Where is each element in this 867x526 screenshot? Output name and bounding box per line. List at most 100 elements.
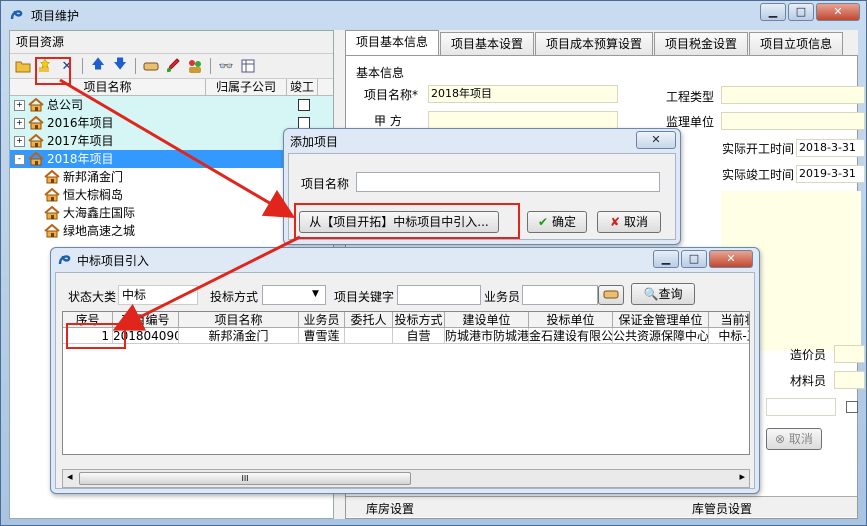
hand-icon	[603, 290, 619, 299]
binoculars-icon[interactable]: 👓	[217, 57, 235, 75]
expander-icon[interactable]: +	[14, 99, 25, 111]
tree-item-label: 恒大棕榈岛	[63, 188, 124, 202]
project-name-field[interactable]: 2018年项目	[428, 85, 618, 103]
tab-cost-budget[interactable]: 项目成本预算设置	[535, 32, 654, 55]
bid-grid: 序号项目编号项目名称业务员委托人投标方式建设单位投标单位保证金管理单位当前状 1…	[62, 311, 750, 455]
side-cancel-button[interactable]: ⊗ 取消	[766, 428, 822, 450]
actual-start-label: 实际开工时间	[722, 142, 795, 156]
party-a-label: 甲 方	[374, 114, 402, 128]
actual-end-field[interactable]: 2019-3-31	[796, 165, 865, 183]
app-icon	[10, 10, 23, 20]
scroll-right-icon[interactable]: ▸	[739, 470, 745, 483]
maximize-button[interactable]: □	[681, 250, 707, 268]
expander-icon[interactable]: -	[14, 153, 25, 165]
tab-approval-info[interactable]: 项目立项信息	[749, 32, 844, 55]
status-select[interactable]: 中标	[118, 285, 198, 305]
title-bar: 项目维护 ▁ □ ✕	[1, 1, 866, 29]
table-row[interactable]: 12018040901新邦涌金门曹雪莲自营防城港市防城港金石建设有限公公共资源保…	[63, 328, 749, 344]
expander-icon[interactable]: +	[14, 135, 25, 147]
edit-pencil-icon[interactable]	[164, 57, 182, 75]
ok-button[interactable]: ✔ 确定	[527, 211, 587, 233]
scroll-left-icon[interactable]: ◂	[67, 470, 73, 483]
search-icon: 🔍	[643, 287, 659, 301]
cost-staff-field[interactable]	[834, 345, 865, 363]
table-cell: 中标-正	[709, 328, 749, 344]
scroll-thumb[interactable]: III	[79, 472, 411, 485]
app-icon	[58, 255, 71, 265]
annotation-box-row	[66, 323, 126, 349]
house-icon	[28, 134, 44, 148]
material-staff-field[interactable]	[834, 371, 865, 389]
warehouse-keeper-setting[interactable]: 库管员设置	[692, 500, 752, 517]
annotation-box-add-icon	[35, 57, 71, 85]
users-icon[interactable]	[186, 57, 204, 75]
table-cell: 公共资源保障中心	[613, 328, 709, 344]
column-header[interactable]: 归属子公司	[206, 79, 287, 95]
project-name-input[interactable]	[356, 172, 660, 192]
table-cell	[345, 328, 393, 344]
grid-column-header[interactable]: 委托人	[345, 312, 393, 328]
tree-item[interactable]: + 总公司	[10, 96, 333, 114]
material-staff-label: 材料员	[790, 374, 827, 388]
grid-header: 序号项目编号项目名称业务员委托人投标方式建设单位投标单位保证金管理单位当前状	[63, 312, 749, 328]
house-icon	[44, 224, 60, 238]
tab-tax-settings[interactable]: 项目税金设置	[654, 32, 749, 55]
group-label: 基本信息	[356, 66, 405, 80]
extra-field[interactable]	[766, 398, 836, 416]
house-icon	[28, 98, 44, 112]
supervisor-field[interactable]	[721, 112, 865, 130]
maximize-button[interactable]: □	[788, 3, 814, 21]
house-icon	[28, 116, 44, 130]
cancel-button[interactable]: ✘ 取消	[597, 211, 661, 233]
cost-staff-label: 造价员	[790, 348, 827, 362]
house-icon	[44, 188, 60, 202]
warehouse-setting[interactable]: 库房设置	[366, 500, 414, 517]
completed-checkbox[interactable]	[298, 99, 310, 111]
horizontal-scrollbar[interactable]: ◂ III ▸	[62, 469, 750, 488]
house-icon	[44, 206, 60, 220]
settings-bar: 库房设置 库管员设置	[346, 496, 857, 517]
grid-column-header[interactable]: 建设单位	[445, 312, 529, 328]
dialog-title: 中标项目引入	[77, 254, 150, 268]
arrow-up-icon[interactable]: 🡅	[89, 57, 107, 75]
tree-item-label: 总公司	[47, 98, 84, 112]
chevron-down-icon[interactable]: ▼	[312, 289, 319, 299]
arrow-down-icon[interactable]: 🡇	[111, 57, 129, 75]
grid-column-header[interactable]: 项目名称	[179, 312, 299, 328]
annotation-box-import-button	[294, 203, 520, 239]
open-folder-icon[interactable]	[14, 57, 32, 75]
grid-column-header[interactable]: 投标方式	[393, 312, 445, 328]
grid-column-header[interactable]: 当前状	[709, 312, 749, 328]
grid-column-header[interactable]: 业务员	[299, 312, 345, 328]
minimize-button[interactable]: ▁	[760, 3, 786, 21]
extra-checkbox[interactable]	[846, 401, 858, 413]
grid-column-header[interactable]: 投标单位	[529, 312, 613, 328]
actual-start-field[interactable]: 2018-3-31	[796, 139, 865, 157]
dialog-close-button[interactable]: ✕	[636, 131, 676, 149]
window-title: 项目维护	[31, 9, 80, 23]
party-a-field[interactable]	[428, 111, 618, 129]
hand-icon[interactable]	[142, 57, 160, 75]
minimize-button[interactable]: ▁	[653, 250, 679, 268]
search-button[interactable]: 🔍查询	[631, 283, 695, 305]
project-name-label: 项目名称	[301, 177, 350, 191]
expander-icon[interactable]: +	[14, 117, 25, 129]
grid-column-header[interactable]: 保证金管理单位	[613, 312, 709, 328]
close-button[interactable]: ✕	[816, 3, 860, 21]
table-cell: 防城港市防城港	[445, 328, 529, 344]
tab-basic-settings[interactable]: 项目基本设置	[440, 32, 535, 55]
table-cell: 曹雪莲	[299, 328, 345, 344]
table-cell: 自营	[393, 328, 445, 344]
tree-item-label: 2016年项目	[47, 116, 114, 130]
keyword-input[interactable]	[397, 285, 481, 305]
house-icon	[28, 152, 44, 166]
grid-body: 12018040901新邦涌金门曹雪莲自营防城港市防城港金石建设有限公公共资源保…	[63, 328, 749, 344]
tab-basic-info[interactable]: 项目基本信息	[345, 30, 440, 55]
close-button[interactable]: ✕	[709, 250, 753, 268]
grid-icon[interactable]	[239, 57, 257, 75]
column-header[interactable]: 竣工	[287, 79, 318, 95]
salesman-input[interactable]	[522, 285, 598, 305]
tree-item-label: 2017年项目	[47, 134, 114, 148]
project-type-field[interactable]	[721, 86, 865, 104]
salesman-picker-button[interactable]	[598, 285, 624, 305]
